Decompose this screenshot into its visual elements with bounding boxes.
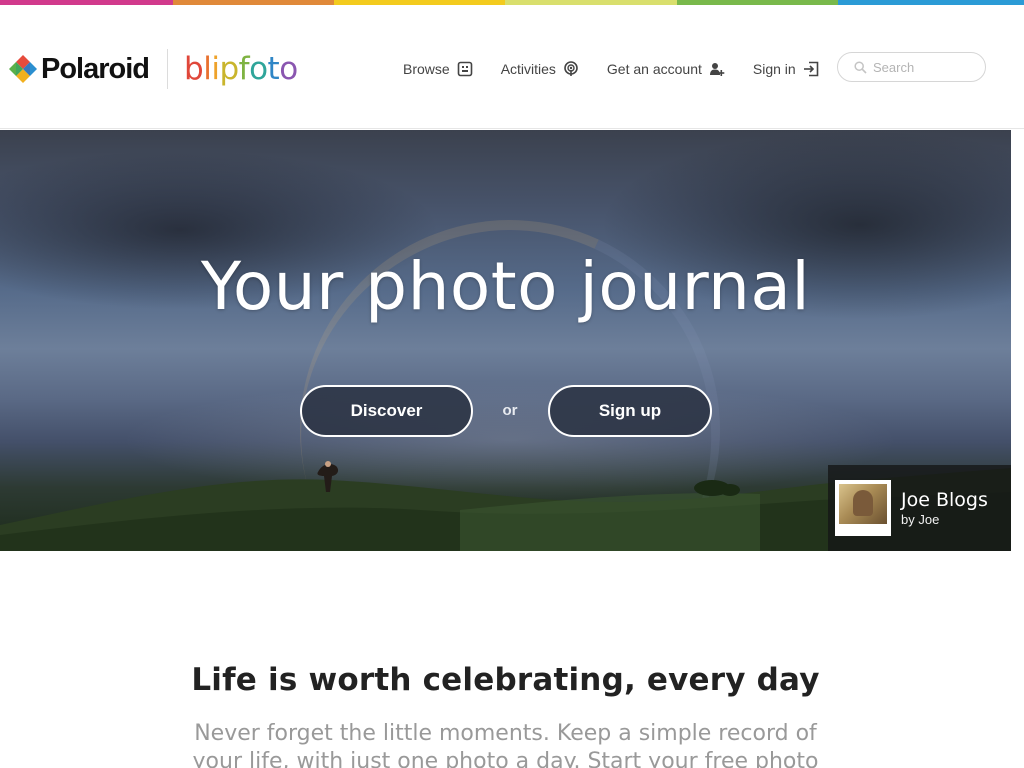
site-header: Polaroid blipfoto Browse Activities Get … xyxy=(0,5,1024,129)
hero-banner: Your photo journal Discover or Sign up J… xyxy=(0,130,1011,551)
grid-icon xyxy=(457,61,473,77)
blipfoto-letter: o xyxy=(279,51,298,87)
sign-up-button[interactable]: Sign up xyxy=(548,385,712,437)
add-user-icon xyxy=(709,61,725,77)
blipfoto-letter: o xyxy=(249,51,268,87)
featured-thumbnail-image xyxy=(839,484,887,524)
nav-browse-label: Browse xyxy=(403,61,450,77)
polaroid-logo-icon xyxy=(8,54,38,84)
featured-byline[interactable]: by Joe xyxy=(901,512,988,527)
hero-actions: Discover or Sign up xyxy=(0,385,1011,437)
blipfoto-letter: f xyxy=(238,51,250,87)
blipfoto-letter: b xyxy=(184,51,204,87)
nav-get-account[interactable]: Get an account xyxy=(607,61,725,77)
sign-in-icon xyxy=(803,61,819,77)
nav-sign-in-label: Sign in xyxy=(752,61,796,77)
featured-meta: Joe Blogs by Joe xyxy=(901,489,988,527)
section-intro: Never forget the little moments. Keep a … xyxy=(192,721,819,768)
nav-browse[interactable]: Browse xyxy=(403,61,473,77)
or-separator: or xyxy=(502,402,518,419)
main-nav: Browse Activities Get an account Sign in xyxy=(403,58,847,80)
section-tagline: Life is worth celebrating, every day xyxy=(191,662,820,698)
blipfoto-wordmark: blipfoto xyxy=(184,51,298,87)
brand-divider xyxy=(167,49,169,89)
featured-title[interactable]: Joe Blogs xyxy=(901,489,988,511)
nav-sign-in[interactable]: Sign in xyxy=(753,61,819,77)
featured-thumbnail[interactable] xyxy=(835,480,891,536)
search-input[interactable] xyxy=(873,59,973,75)
nav-get-account-label: Get an account xyxy=(606,61,702,77)
nav-activities-label: Activities xyxy=(500,61,556,77)
brand-logo[interactable]: Polaroid blipfoto xyxy=(8,49,298,89)
search-box[interactable] xyxy=(837,52,986,82)
discover-button[interactable]: Discover xyxy=(300,385,473,437)
featured-photo-card[interactable]: Joe Blogs by Joe xyxy=(828,465,1011,551)
nav-activities[interactable]: Activities xyxy=(501,61,579,77)
search-icon xyxy=(854,60,867,74)
blipfoto-letter: t xyxy=(267,51,280,87)
broadcast-icon xyxy=(563,61,579,77)
polaroid-wordmark: Polaroid xyxy=(41,52,150,85)
hero-title: Your photo journal xyxy=(200,248,811,325)
blipfoto-letter: p xyxy=(219,51,239,87)
